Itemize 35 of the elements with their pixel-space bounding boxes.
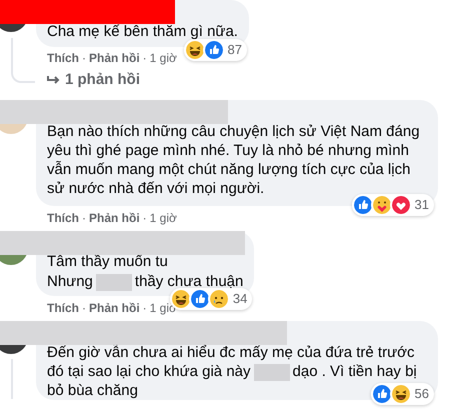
like-reaction-icon: [188, 288, 211, 310]
separator-dot: ·: [82, 300, 86, 316]
action-link[interactable]: Phản hồi: [89, 300, 140, 316]
action-link[interactable]: Thích: [47, 50, 79, 66]
reaction-count: 31: [414, 196, 429, 214]
reply-arrow-icon: [47, 74, 60, 86]
separator-dot: ·: [142, 300, 147, 316]
comment-text: Cha mẹ kế bên thăm gì nữa.: [47, 22, 238, 41]
separator-dot: ·: [142, 50, 147, 66]
hugging-reaction-icon: [370, 194, 393, 216]
reaction-summary[interactable]: 87: [184, 39, 247, 61]
like-reaction-icon: [370, 383, 393, 405]
avatar[interactable]: [0, 345, 28, 354]
reaction-count: 87: [228, 41, 242, 60]
like-reaction-icon: [202, 39, 225, 61]
heart-reaction-icon: [390, 194, 412, 216]
thread-line: [11, 38, 35, 83]
action-link[interactable]: Thích: [47, 210, 79, 226]
like-reaction-icon: [352, 194, 374, 216]
timestamp[interactable]: 1 giờ: [150, 210, 177, 226]
timestamp[interactable]: 1 giờ: [150, 50, 177, 66]
separator-dot: ·: [142, 210, 147, 226]
action-link[interactable]: Phản hồi: [89, 210, 140, 226]
action-link[interactable]: Thích: [47, 300, 79, 316]
replies-link[interactable]: 1 phản hồi: [47, 70, 140, 90]
laughing-reaction-icon: [184, 39, 206, 61]
separator-dot: ·: [82, 210, 86, 226]
action-link[interactable]: Phản hồi: [89, 50, 140, 66]
laughing-reaction-icon: [390, 383, 412, 405]
reaction-summary[interactable]: 31: [352, 194, 434, 216]
reaction-count: 34: [232, 290, 248, 308]
reaction-count: 56: [414, 385, 429, 404]
reaction-summary[interactable]: 56: [370, 383, 434, 405]
separator-dot: ·: [82, 50, 86, 66]
crying-reaction-icon: [208, 288, 230, 310]
